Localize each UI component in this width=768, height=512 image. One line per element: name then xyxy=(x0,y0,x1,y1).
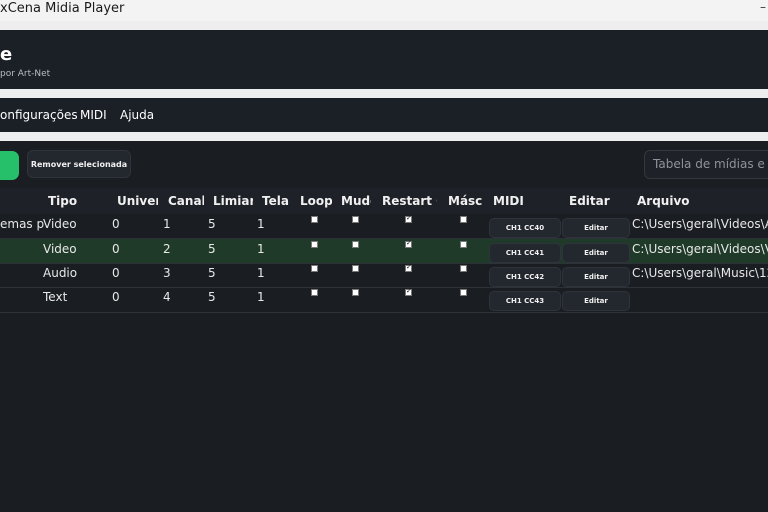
cell-universo: 0 xyxy=(112,217,120,231)
search-input[interactable]: Tabela de mídias e m xyxy=(644,150,768,179)
table-header: Tipo Univers Canal Limiar Tela Loop Mudo… xyxy=(0,188,768,214)
cell-limiar: 5 xyxy=(208,266,216,280)
table-row[interactable]: Text 0 4 5 1 CH1 CC43Editar xyxy=(0,287,768,313)
checkbox-mudo[interactable] xyxy=(352,241,359,248)
edit-button[interactable]: Editar xyxy=(562,291,630,311)
cell-universo: 0 xyxy=(112,290,120,304)
checkbox-loop[interactable] xyxy=(311,265,318,272)
header-tipo[interactable]: Tipo xyxy=(48,194,88,208)
menu-bar: onfigurações MIDI Ajuda xyxy=(0,98,768,132)
cell-tipo: Video xyxy=(43,217,77,231)
minimize-icon[interactable]: – xyxy=(760,0,766,14)
window-title: xCena Midia Player xyxy=(0,1,125,16)
checkbox-loop[interactable] xyxy=(311,216,318,223)
header-tela[interactable]: Tela xyxy=(262,194,292,208)
midi-mapping-button[interactable]: CH1 CC42 xyxy=(489,267,561,287)
cell-tela: 1 xyxy=(257,242,265,256)
checkbox-mascara[interactable] xyxy=(460,265,467,272)
cell-arquivo: C:\Users\geral\Music\12- xyxy=(632,266,768,280)
cell-tela: 1 xyxy=(257,266,265,280)
add-media-button[interactable] xyxy=(0,151,19,180)
checkbox-restart[interactable] xyxy=(405,287,412,296)
header-loop[interactable]: Loop xyxy=(300,194,332,208)
remove-selected-button[interactable]: Remover selecionada xyxy=(27,150,131,178)
window-titlebar: xCena Midia Player – xyxy=(0,0,768,21)
checkbox-mudo[interactable] xyxy=(352,216,359,223)
midi-mapping-button[interactable]: CH1 CC41 xyxy=(489,243,561,263)
header-mascara[interactable]: Másca xyxy=(448,194,482,208)
cell-name: emas pr xyxy=(0,217,44,231)
checkbox-restart[interactable] xyxy=(405,214,412,223)
cell-canal: 3 xyxy=(163,266,171,280)
checkbox-mudo[interactable] xyxy=(352,289,359,296)
cell-canal: 1 xyxy=(163,217,171,231)
midi-mapping-button[interactable]: CH1 CC40 xyxy=(489,218,561,238)
edit-button[interactable]: Editar xyxy=(562,267,630,287)
app-header: e por Art-Net xyxy=(0,30,768,89)
header-canal[interactable]: Canal xyxy=(168,194,204,208)
cell-tela: 1 xyxy=(257,217,265,231)
checkbox-restart[interactable] xyxy=(405,239,412,248)
checkbox-mascara[interactable] xyxy=(460,216,467,223)
app-title: e xyxy=(0,44,13,65)
menu-midi[interactable]: MIDI xyxy=(80,108,107,122)
checkbox-mudo[interactable] xyxy=(352,265,359,272)
cell-tela: 1 xyxy=(257,290,265,304)
checkbox-mascara[interactable] xyxy=(460,241,467,248)
cell-tipo: Video xyxy=(43,242,77,256)
header-universo[interactable]: Univers xyxy=(117,194,158,208)
cell-universo: 0 xyxy=(112,242,120,256)
cell-arquivo: C:\Users\geral\Videos\Vi xyxy=(632,242,768,256)
checkbox-restart[interactable] xyxy=(405,263,412,272)
checkbox-loop[interactable] xyxy=(311,241,318,248)
cell-limiar: 5 xyxy=(208,242,216,256)
cell-canal: 2 xyxy=(163,242,171,256)
cell-arquivo: C:\Users\geral\Videos\A xyxy=(632,217,768,231)
header-arquivo[interactable]: Arquivo xyxy=(637,194,717,208)
table-row[interactable]: emas prVideo 0 1 5 1 CH1 CC40EditarC:\Users\g… xyxy=(0,214,768,239)
header-midi[interactable]: MIDI xyxy=(493,194,533,208)
header-mudo[interactable]: Mudo xyxy=(341,194,371,208)
checkbox-mascara[interactable] xyxy=(460,289,467,296)
cell-tipo: Text xyxy=(43,290,68,304)
cell-limiar: 5 xyxy=(208,217,216,231)
menu-configuracoes[interactable]: onfigurações xyxy=(0,108,78,122)
header-restart[interactable]: Restart 0- xyxy=(382,194,437,208)
edit-button[interactable]: Editar xyxy=(562,218,630,238)
checkbox-loop[interactable] xyxy=(311,289,318,296)
table-row[interactable]: Video 0 2 5 1 CH1 CC41EditarC:\Users\geral\Vi… xyxy=(0,239,768,264)
table-row[interactable]: Audio 0 3 5 1 CH1 CC42EditarC:\Users\geral\Mu… xyxy=(0,263,768,288)
cell-limiar: 5 xyxy=(208,290,216,304)
menu-ajuda[interactable]: Ajuda xyxy=(120,108,154,122)
header-limiar[interactable]: Limiar xyxy=(213,194,253,208)
midi-mapping-button[interactable]: CH1 CC43 xyxy=(489,291,561,311)
cell-tipo: Audio xyxy=(43,266,78,280)
cell-canal: 4 xyxy=(163,290,171,304)
header-editar[interactable]: Editar xyxy=(569,194,619,208)
edit-button[interactable]: Editar xyxy=(562,243,630,263)
cell-universo: 0 xyxy=(112,266,120,280)
main-panel: Remover selecionada Tabela de mídias e m… xyxy=(0,141,768,512)
app-subtitle: por Art-Net xyxy=(0,69,51,79)
